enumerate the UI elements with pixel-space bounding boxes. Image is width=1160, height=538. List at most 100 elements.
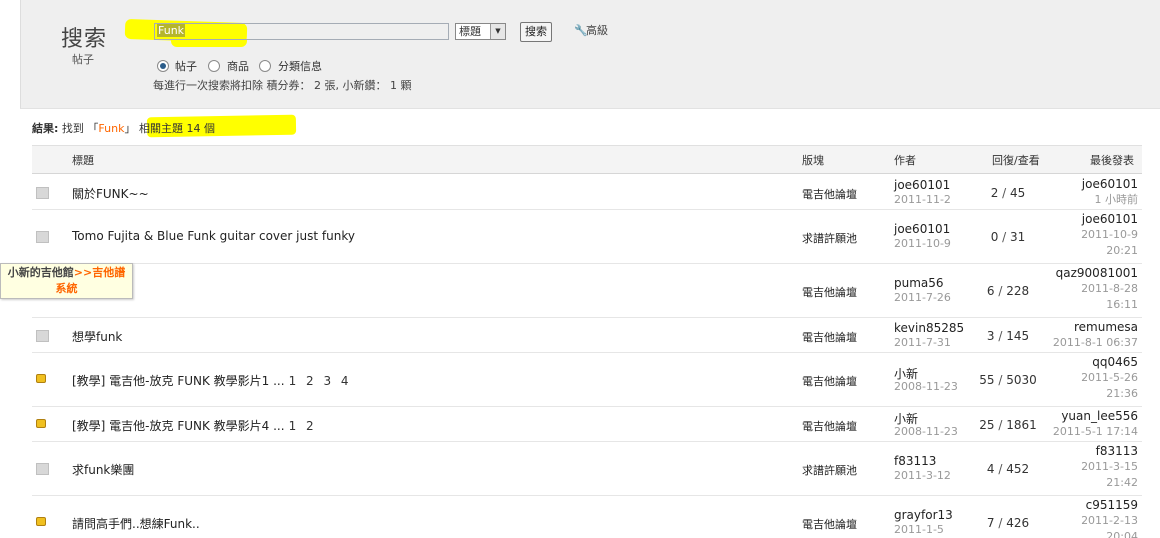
last-poster-link[interactable]: joe60101: [1082, 177, 1138, 191]
reply-count: 6: [986, 284, 995, 298]
forum-link[interactable]: 求譜許願池: [802, 230, 857, 246]
reply-count: 4: [986, 462, 995, 476]
view-count: 228: [1006, 284, 1030, 298]
author-post-date: 2011-7-31: [894, 336, 951, 349]
forum-link[interactable]: 求譜許願池: [802, 462, 857, 478]
search-input[interactable]: Funk: [154, 23, 449, 40]
results-close-quote: 」: [124, 122, 136, 135]
thread-title-link[interactable]: 關於FUNK~~: [72, 187, 149, 201]
reply-count: 25: [979, 417, 995, 432]
results-prefix: 結果:: [32, 122, 59, 135]
author-link[interactable]: joe60101: [894, 222, 950, 236]
view-count: 145: [1006, 328, 1030, 343]
thread-title-link[interactable]: 請問高手們..想練Funk..: [72, 517, 200, 531]
thread-title-cell: [教學] 電吉他-放克 FUNK 教學影片1 ... 1 2 3 4: [72, 372, 349, 389]
last-poster-link[interactable]: remumesa: [1074, 320, 1138, 334]
radio-classifieds-label[interactable]: 分類信息: [278, 58, 322, 74]
radio-classifieds[interactable]: [259, 60, 271, 72]
stats-separator: /: [994, 462, 1007, 476]
view-count: 426: [1006, 516, 1030, 530]
last-poster-link[interactable]: qq0465: [1092, 355, 1138, 369]
forum-link[interactable]: 電吉他論壇: [802, 329, 857, 345]
view-count: 452: [1006, 462, 1030, 476]
last-post-time[interactable]: 2011-8-28 16:11: [1081, 281, 1138, 313]
stats-separator: /: [994, 417, 1007, 432]
reply-view-stats: 4 / 452: [968, 462, 1048, 476]
thread-title-cell: Tomo Fujita & Blue Funk guitar cover jus…: [72, 229, 355, 243]
results-table-header: [32, 145, 1142, 174]
author-post-date: 2011-3-12: [894, 469, 951, 482]
author-link[interactable]: grayfor13: [894, 508, 953, 522]
radio-products-label[interactable]: 商品: [227, 58, 249, 74]
tooltip-section: 吉他譜: [92, 266, 126, 279]
document-icon: [36, 231, 49, 243]
last-post-time[interactable]: 2011-3-15 21:42: [1081, 459, 1138, 491]
tooltip-section-2: 系統: [55, 282, 78, 295]
forum-link[interactable]: 電吉他論壇: [802, 186, 857, 202]
author-link[interactable]: puma56: [894, 276, 944, 290]
last-post-time[interactable]: 2011-5-1 17:14: [1053, 424, 1138, 440]
page-title: 搜索: [61, 27, 108, 52]
results-found-label: 找到 「: [61, 122, 99, 135]
document-icon: [36, 329, 49, 342]
column-header-title: 標題: [72, 154, 94, 167]
thread-page-links[interactable]: 1 2 3 4: [289, 374, 349, 388]
last-post-time[interactable]: 2011-2-13 20:04: [1081, 513, 1138, 538]
last-poster-link[interactable]: joe60101: [1082, 212, 1138, 226]
last-poster-link[interactable]: qaz90081001: [1056, 266, 1138, 280]
column-header-stats: 回復/查看: [992, 154, 1040, 167]
thread-title-link[interactable]: 想學funk: [72, 330, 122, 344]
column-header-forum: 版塊: [802, 154, 824, 167]
last-poster-link[interactable]: yuan_lee556: [1061, 409, 1138, 423]
search-scope-value: 標題: [459, 25, 481, 38]
stats-separator: /: [994, 328, 1007, 343]
author-post-date: 2011-1-5: [894, 523, 944, 536]
forum-link[interactable]: 電吉他論壇: [802, 516, 857, 532]
search-button[interactable]: 搜索: [520, 22, 552, 42]
thread-page-links[interactable]: 1 2: [289, 419, 314, 433]
page-subtitle: 帖子: [72, 53, 94, 66]
chevron-down-icon[interactable]: ▼: [490, 24, 505, 39]
forum-link[interactable]: 電吉他論壇: [802, 418, 857, 434]
reply-count: 3: [986, 328, 995, 343]
author-link[interactable]: joe60101: [894, 178, 950, 192]
tooltip-popup: 小新的吉他館>>吉他譜 系統: [0, 263, 133, 299]
radio-posts-label[interactable]: 帖子: [175, 58, 197, 74]
last-post-time[interactable]: 1 小時前: [1095, 192, 1139, 208]
last-post-time[interactable]: 2011-5-26 21:36: [1081, 370, 1138, 402]
reply-view-stats: 2 / 45: [968, 186, 1048, 200]
stats-separator: /: [994, 284, 1007, 298]
thread-title-link[interactable]: [教學] 電吉他-放克 FUNK 教學影片4 ...: [72, 419, 285, 433]
search-page: 搜索 帖子 Funk 標題 ▼ 搜索 🔧高級 帖子 商品 分類信息 每進行一次搜索…: [0, 0, 1160, 538]
lock-icon: [36, 374, 46, 383]
thread-title-link[interactable]: 求funk樂團: [72, 463, 134, 477]
reply-count: 55: [979, 373, 995, 387]
view-count: 45: [1010, 185, 1026, 200]
last-post-time[interactable]: 2011-8-1 06:37: [1053, 335, 1138, 351]
reply-view-stats: 7 / 426: [968, 516, 1048, 530]
view-count: 31: [1010, 230, 1026, 244]
forum-link[interactable]: 電吉他論壇: [802, 373, 857, 389]
search-input-value: Funk: [157, 24, 186, 37]
document-icon: [36, 463, 49, 475]
author-post-date: 2011-7-26: [894, 291, 951, 304]
author-post-date: 2011-11-2: [894, 193, 951, 206]
thread-title-link[interactable]: [教學] 電吉他-放克 FUNK 教學影片1 ...: [72, 374, 285, 388]
author-link[interactable]: f83113: [894, 454, 936, 468]
reply-view-stats: 55 / 5030: [968, 373, 1048, 387]
thread-title-cell: 求funk樂團: [72, 461, 134, 478]
author-link[interactable]: kevin85285: [894, 321, 964, 335]
radio-products[interactable]: [208, 60, 220, 72]
document-icon: [36, 186, 49, 199]
radio-posts[interactable]: [157, 60, 169, 72]
reply-count: 7: [986, 516, 995, 530]
last-poster-link[interactable]: f83113: [1096, 444, 1138, 458]
thread-title-link[interactable]: Tomo Fujita & Blue Funk guitar cover jus…: [72, 229, 355, 243]
advanced-search-link[interactable]: 🔧高級: [574, 22, 608, 38]
wrench-icon: 🔧: [574, 24, 588, 37]
search-scope-select[interactable]: 標題 ▼: [455, 23, 506, 40]
last-post-time[interactable]: 2011-10-9 20:21: [1081, 227, 1138, 259]
last-poster-link[interactable]: c951159: [1086, 498, 1138, 512]
forum-link[interactable]: 電吉他論壇: [802, 284, 857, 300]
thread-title-cell: 關於FUNK~~: [72, 185, 149, 202]
